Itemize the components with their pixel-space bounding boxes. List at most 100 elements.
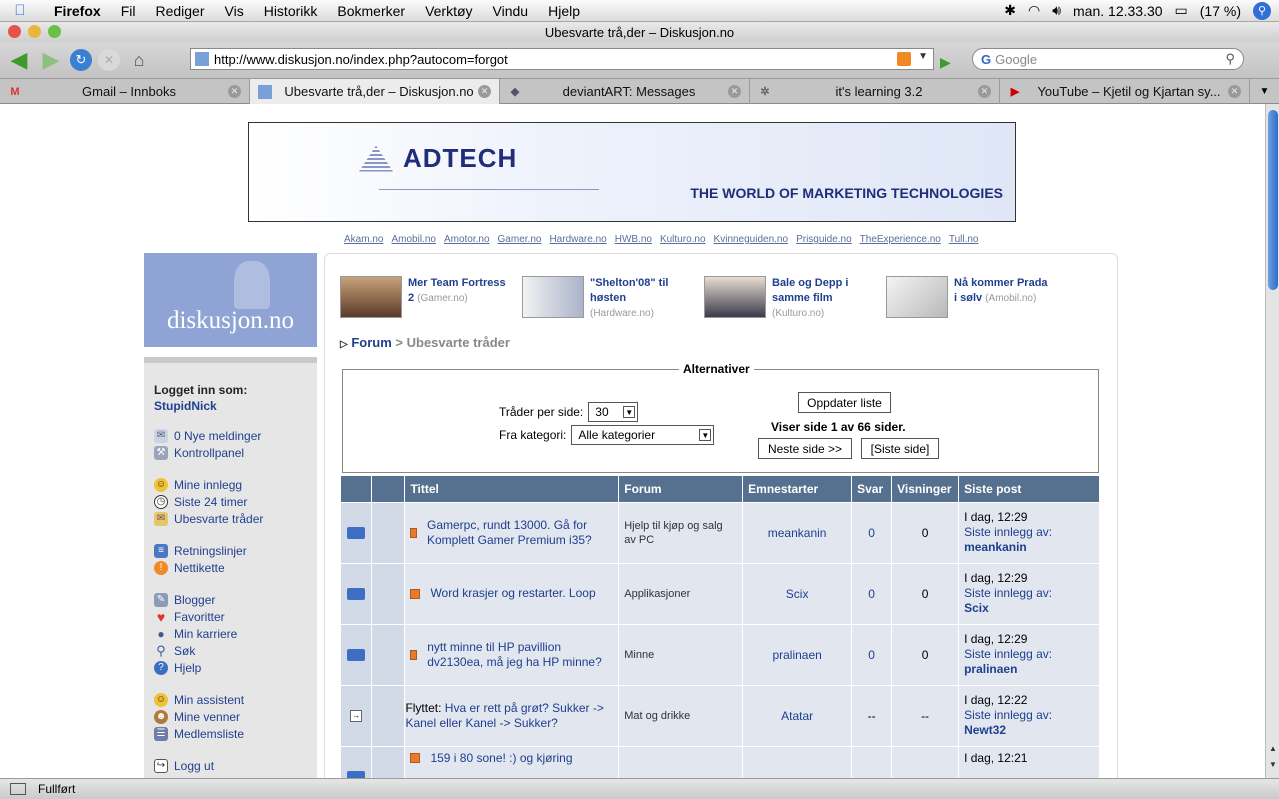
tab-diskusjon[interactable]: Ubesvarte trå,der – Diskusjon.no ✕ [250,79,500,104]
last-post-user-link[interactable]: meankanin [964,540,1094,555]
sidebar-item-medlemsliste[interactable]: ☰ Medlemsliste [154,725,307,742]
news-thumbnail[interactable] [704,276,766,318]
site-link[interactable]: Amotor.no [444,234,490,245]
sidebar-item-messages[interactable]: ✉ 0 Nye meldinger [154,427,307,444]
site-link[interactable]: TheExperience.no [860,234,941,245]
site-link[interactable]: Hardware.no [549,234,606,245]
back-button[interactable]: ◀ [6,47,32,73]
menu-verktoy[interactable]: Verktøy [415,3,482,19]
site-link[interactable]: Prisguide.no [796,234,852,245]
sidebar-item-siste-24[interactable]: ◷ Siste 24 timer [154,493,307,510]
menu-bokmerker[interactable]: Bokmerker [327,3,415,19]
sidebar-item-blogger[interactable]: ✎ Blogger [154,591,307,608]
username-link[interactable]: StupidNick [154,399,307,413]
rss-feed-icon[interactable] [897,52,911,66]
col-header-starter[interactable]: Emnestarter [742,476,853,503]
replies-count[interactable]: 0 [851,563,893,625]
adtech-banner[interactable]: ADTECH THE WORLD OF MARKETING TECHNOLOGI… [248,122,1016,222]
starter-link[interactable] [742,746,853,778]
last-post-user-link[interactable]: Newt32 [964,723,1094,738]
close-window-button[interactable] [8,25,21,38]
tab-list-icon[interactable]: ▼ [1250,79,1279,103]
search-bar[interactable]: G Google ⚲ [972,48,1244,70]
menu-app[interactable]: Firefox [40,3,111,19]
col-header-last-post[interactable]: Siste post [958,476,1100,503]
sidebar-item-venner[interactable]: ☻ Mine venner [154,708,307,725]
last-post-user-link[interactable]: pralinaen [964,662,1094,677]
starter-link[interactable]: meankanin [742,502,853,564]
menu-rediger[interactable]: Rediger [145,3,214,19]
forum-cell[interactable]: Hjelp til kjøp og salg av PC [618,502,744,564]
replies-count[interactable]: 0 [851,624,893,686]
last-post-user-link[interactable]: Scix [964,601,1094,616]
close-tab-icon[interactable]: ✕ [1228,85,1241,98]
google-icon[interactable]: G [981,52,991,67]
site-link[interactable]: Amobil.no [391,234,435,245]
col-header-replies[interactable]: Svar [851,476,893,503]
last-page-button[interactable]: [Siste side] [861,438,939,459]
close-tab-icon[interactable]: ✕ [978,85,991,98]
volume-icon[interactable]: 🔊︎ [1052,2,1061,19]
close-tab-icon[interactable]: ✕ [228,85,241,98]
tab-youtube[interactable]: ▶ YouTube – Kjetil og Kjartan sy... ✕ [1000,79,1250,104]
menu-fil[interactable]: Fil [111,3,146,19]
site-link[interactable]: Gamer.no [498,234,542,245]
news-title[interactable]: Bale og Depp i samme film [772,277,848,304]
apple-icon[interactable]:  [0,2,40,19]
sidebar-item-ubesvarte[interactable]: ✉ Ubesvarte tråder [154,510,307,527]
update-list-button[interactable]: Oppdater liste [798,392,891,413]
forward-button[interactable]: ▶ [38,47,64,73]
close-tab-icon[interactable]: ✕ [728,85,741,98]
sidebar-item-mine-innlegg[interactable]: ☺ Mine innlegg [154,476,307,493]
menu-vindu[interactable]: Vindu [483,3,539,19]
clock[interactable]: man. 12.33.30 [1073,3,1163,19]
per-page-select[interactable]: 30 ▼ [588,402,639,422]
last-post-by-link[interactable]: Siste innlegg av: [964,525,1094,540]
bluetooth-icon[interactable]: ✱ [1004,2,1016,19]
site-link[interactable]: HWB.no [615,234,652,245]
url-dropdown-icon[interactable]: ▼ [918,51,928,62]
topic-title-link[interactable]: Word krasjer og restarter. Loop [430,586,595,601]
last-post-by-link[interactable]: Siste innlegg av: [964,647,1094,662]
news-item[interactable]: Bale og Depp i samme film (Kulturo.no) [704,276,870,321]
sidebar-item-assistent[interactable]: ☺ Min assistent [154,691,307,708]
next-page-button[interactable]: Neste side >> [758,438,852,459]
news-thumbnail[interactable] [340,276,402,318]
battery-icon[interactable]: ▭ [1175,2,1188,19]
replies-count[interactable]: 0 [851,502,893,564]
news-item[interactable]: Mer Team Fortress 2 (Gamer.no) [340,276,506,321]
tab-deviantart[interactable]: ◆ deviantART: Messages ✕ [500,79,750,104]
sidebar-item-karriere[interactable]: ● Min karriere [154,625,307,642]
search-icon[interactable]: ⚲ [1225,51,1235,67]
news-thumbnail[interactable] [522,276,584,318]
menu-hjelp[interactable]: Hjelp [538,3,590,19]
topic-title-link[interactable]: nytt minne til HP pavillion dv2130ea, må… [427,640,613,670]
site-link[interactable]: Akam.no [344,234,383,245]
category-select[interactable]: Alle kategorier ▼ [571,425,715,445]
forum-cell[interactable]: Mat og drikke [618,685,744,747]
sidebar-item-hjelp[interactable]: ? Hjelp [154,659,307,676]
tab-itslearning[interactable]: ✲ it's learning 3.2 ✕ [750,79,1000,104]
scrollbar-thumb[interactable] [1268,110,1278,290]
starter-link[interactable]: Scix [742,563,853,625]
forum-cell[interactable]: Applikasjoner [618,563,744,625]
url-bar[interactable]: http://www.diskusjon.no/index.php?autoco… [190,48,934,70]
minimize-window-button[interactable] [28,25,41,38]
breadcrumb-forum-link[interactable]: Forum [351,335,391,350]
wifi-icon[interactable]: ◠ [1028,2,1040,19]
reload-button[interactable]: ↻ [70,49,92,71]
zoom-window-button[interactable] [48,25,61,38]
sidebar-item-logg-ut[interactable]: ↪ Logg ut [154,757,307,774]
sidebar-item-sok[interactable]: ⚲ Søk [154,642,307,659]
home-button[interactable]: ⌂ [126,47,152,73]
starter-link[interactable]: Atatar [742,685,853,747]
stop-button[interactable]: ✕ [98,49,120,71]
site-link[interactable]: Kvinneguiden.no [714,234,789,245]
go-button[interactable]: ▶ [940,54,954,70]
forum-cell[interactable] [618,746,744,778]
menu-vis[interactable]: Vis [215,3,254,19]
last-post-by-link[interactable]: Siste innlegg av: [964,586,1094,601]
close-tab-icon[interactable]: ✕ [478,85,491,98]
last-post-by-link[interactable]: Siste innlegg av: [964,708,1094,723]
site-link[interactable]: Tull.no [949,234,979,245]
